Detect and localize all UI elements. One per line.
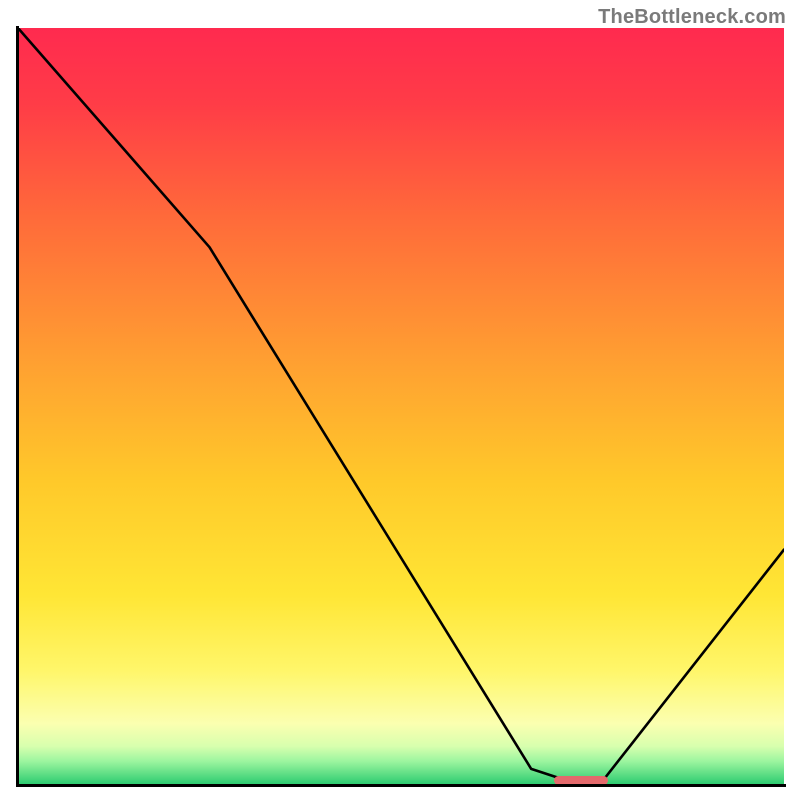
y-axis-line [16, 26, 19, 786]
watermark-text: TheBottleneck.com [598, 6, 786, 29]
x-axis-line [16, 784, 786, 787]
chart-container: TheBottleneck.com [0, 0, 800, 800]
optimum-marker [554, 776, 608, 784]
bottleneck-curve [18, 28, 784, 784]
plot-area [18, 28, 784, 784]
